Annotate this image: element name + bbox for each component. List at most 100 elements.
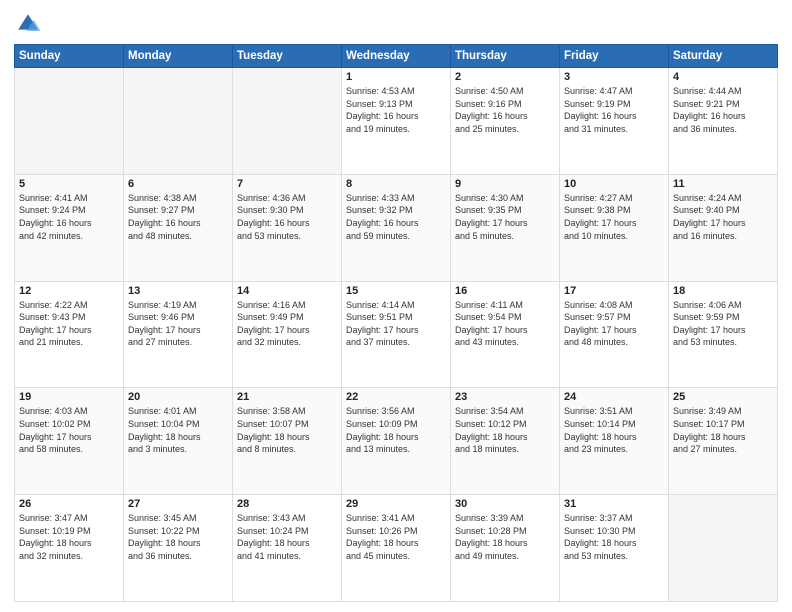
day-number: 27 [128,498,228,510]
col-header-friday: Friday [560,45,669,68]
day-number: 24 [564,391,664,403]
calendar-cell [15,68,124,175]
calendar-cell: 2Sunrise: 4:50 AM Sunset: 9:16 PM Daylig… [451,68,560,175]
day-info: Sunrise: 4:16 AM Sunset: 9:49 PM Dayligh… [237,299,337,349]
calendar-cell [124,68,233,175]
day-number: 31 [564,498,664,510]
calendar-cell: 31 Sunrise: 3:37 AM Sunset: 10:30 PM Dayl… [560,495,669,602]
day-info: Sunrise: 3:43 AM Sunset: 10:24 PM Daylig… [237,512,337,562]
day-number: 5 [19,178,119,190]
calendar-cell: 20 Sunrise: 4:01 AM Sunset: 10:04 PM Dayl… [124,388,233,495]
calendar-cell: 26 Sunrise: 3:47 AM Sunset: 10:19 PM Dayl… [15,495,124,602]
day-number: 30 [455,498,555,510]
day-number: 2 [455,71,555,83]
calendar-cell: 17 Sunrise: 4:08 AM Sunset: 9:57 PM Dayli… [560,281,669,388]
day-number: 22 [346,391,446,403]
day-info: Sunrise: 4:44 AM Sunset: 9:21 PM Dayligh… [673,85,773,135]
day-info: Sunrise: 4:19 AM Sunset: 9:46 PM Dayligh… [128,299,228,349]
day-number: 18 [673,285,773,297]
day-info: Sunrise: 4:47 AM Sunset: 9:19 PM Dayligh… [564,85,664,135]
day-number: 23 [455,391,555,403]
day-number: 26 [19,498,119,510]
calendar-cell: 7 Sunrise: 4:36 AM Sunset: 9:30 PM Daylig… [233,174,342,281]
calendar-cell: 11Sunrise: 4:24 AM Sunset: 9:40 PM Dayli… [669,174,778,281]
day-info: Sunrise: 3:49 AM Sunset: 10:17 PM Daylig… [673,405,773,455]
day-number: 7 [237,178,337,190]
day-number: 11 [673,178,773,190]
calendar-cell: 29 Sunrise: 3:41 AM Sunset: 10:26 PM Dayl… [342,495,451,602]
day-info: Sunrise: 4:53 AM Sunset: 9:13 PM Dayligh… [346,85,446,135]
col-header-sunday: Sunday [15,45,124,68]
calendar-cell: 5Sunrise: 4:41 AM Sunset: 9:24 PM Daylig… [15,174,124,281]
day-number: 21 [237,391,337,403]
calendar-cell: 14 Sunrise: 4:16 AM Sunset: 9:49 PM Dayli… [233,281,342,388]
day-info: Sunrise: 4:22 AM Sunset: 9:43 PM Dayligh… [19,299,119,349]
calendar-cell: 12 Sunrise: 4:22 AM Sunset: 9:43 PM Dayli… [15,281,124,388]
calendar-cell [669,495,778,602]
day-info: Sunrise: 3:54 AM Sunset: 10:12 PM Daylig… [455,405,555,455]
calendar-cell: 6 Sunrise: 4:38 AM Sunset: 9:27 PM Daylig… [124,174,233,281]
day-number: 14 [237,285,337,297]
col-header-wednesday: Wednesday [342,45,451,68]
day-number: 25 [673,391,773,403]
day-info: Sunrise: 4:33 AM Sunset: 9:32 PM Dayligh… [346,192,446,242]
week-row-1: 5Sunrise: 4:41 AM Sunset: 9:24 PM Daylig… [15,174,778,281]
calendar-cell: 15Sunrise: 4:14 AM Sunset: 9:51 PM Dayli… [342,281,451,388]
header [14,10,778,38]
calendar-cell: 25 Sunrise: 3:49 AM Sunset: 10:17 PM Dayl… [669,388,778,495]
day-info: Sunrise: 4:03 AM Sunset: 10:02 PM Daylig… [19,405,119,455]
day-number: 6 [128,178,228,190]
day-info: Sunrise: 4:27 AM Sunset: 9:38 PM Dayligh… [564,192,664,242]
day-number: 17 [564,285,664,297]
calendar-cell: 27 Sunrise: 3:45 AM Sunset: 10:22 PM Dayl… [124,495,233,602]
week-row-3: 19 Sunrise: 4:03 AM Sunset: 10:02 PM Dayl… [15,388,778,495]
day-number: 29 [346,498,446,510]
day-info: Sunrise: 4:11 AM Sunset: 9:54 PM Dayligh… [455,299,555,349]
calendar-cell: 16 Sunrise: 4:11 AM Sunset: 9:54 PM Dayli… [451,281,560,388]
day-info: Sunrise: 4:38 AM Sunset: 9:27 PM Dayligh… [128,192,228,242]
calendar-cell: 10 Sunrise: 4:27 AM Sunset: 9:38 PM Dayli… [560,174,669,281]
day-info: Sunrise: 4:30 AM Sunset: 9:35 PM Dayligh… [455,192,555,242]
day-info: Sunrise: 3:41 AM Sunset: 10:26 PM Daylig… [346,512,446,562]
calendar-cell: 3 Sunrise: 4:47 AM Sunset: 9:19 PM Daylig… [560,68,669,175]
day-number: 13 [128,285,228,297]
day-number: 19 [19,391,119,403]
col-header-tuesday: Tuesday [233,45,342,68]
day-info: Sunrise: 4:06 AM Sunset: 9:59 PM Dayligh… [673,299,773,349]
calendar-cell: 13 Sunrise: 4:19 AM Sunset: 9:46 PM Dayli… [124,281,233,388]
day-number: 20 [128,391,228,403]
calendar-cell: 30 Sunrise: 3:39 AM Sunset: 10:28 PM Dayl… [451,495,560,602]
day-number: 10 [564,178,664,190]
day-info: Sunrise: 3:51 AM Sunset: 10:14 PM Daylig… [564,405,664,455]
calendar-cell [233,68,342,175]
day-info: Sunrise: 3:56 AM Sunset: 10:09 PM Daylig… [346,405,446,455]
day-number: 16 [455,285,555,297]
day-number: 4 [673,71,773,83]
calendar-cell: 8 Sunrise: 4:33 AM Sunset: 9:32 PM Daylig… [342,174,451,281]
day-info: Sunrise: 3:39 AM Sunset: 10:28 PM Daylig… [455,512,555,562]
day-number: 12 [19,285,119,297]
calendar-cell: 23 Sunrise: 3:54 AM Sunset: 10:12 PM Dayl… [451,388,560,495]
calendar-cell: 18 Sunrise: 4:06 AM Sunset: 9:59 PM Dayli… [669,281,778,388]
day-info: Sunrise: 3:45 AM Sunset: 10:22 PM Daylig… [128,512,228,562]
calendar-cell: 28 Sunrise: 3:43 AM Sunset: 10:24 PM Dayl… [233,495,342,602]
col-header-thursday: Thursday [451,45,560,68]
calendar-cell: 1Sunrise: 4:53 AM Sunset: 9:13 PM Daylig… [342,68,451,175]
day-number: 15 [346,285,446,297]
col-header-saturday: Saturday [669,45,778,68]
calendar-cell: 9 Sunrise: 4:30 AM Sunset: 9:35 PM Daylig… [451,174,560,281]
day-info: Sunrise: 4:36 AM Sunset: 9:30 PM Dayligh… [237,192,337,242]
day-number: 8 [346,178,446,190]
day-info: Sunrise: 4:01 AM Sunset: 10:04 PM Daylig… [128,405,228,455]
day-info: Sunrise: 4:08 AM Sunset: 9:57 PM Dayligh… [564,299,664,349]
page: SundayMondayTuesdayWednesdayThursdayFrid… [0,0,792,612]
week-row-2: 12 Sunrise: 4:22 AM Sunset: 9:43 PM Dayli… [15,281,778,388]
day-number: 9 [455,178,555,190]
day-info: Sunrise: 3:47 AM Sunset: 10:19 PM Daylig… [19,512,119,562]
day-number: 28 [237,498,337,510]
day-info: Sunrise: 3:37 AM Sunset: 10:30 PM Daylig… [564,512,664,562]
calendar: SundayMondayTuesdayWednesdayThursdayFrid… [14,44,778,602]
day-number: 3 [564,71,664,83]
calendar-cell: 24 Sunrise: 3:51 AM Sunset: 10:14 PM Dayl… [560,388,669,495]
week-row-4: 26 Sunrise: 3:47 AM Sunset: 10:19 PM Dayl… [15,495,778,602]
